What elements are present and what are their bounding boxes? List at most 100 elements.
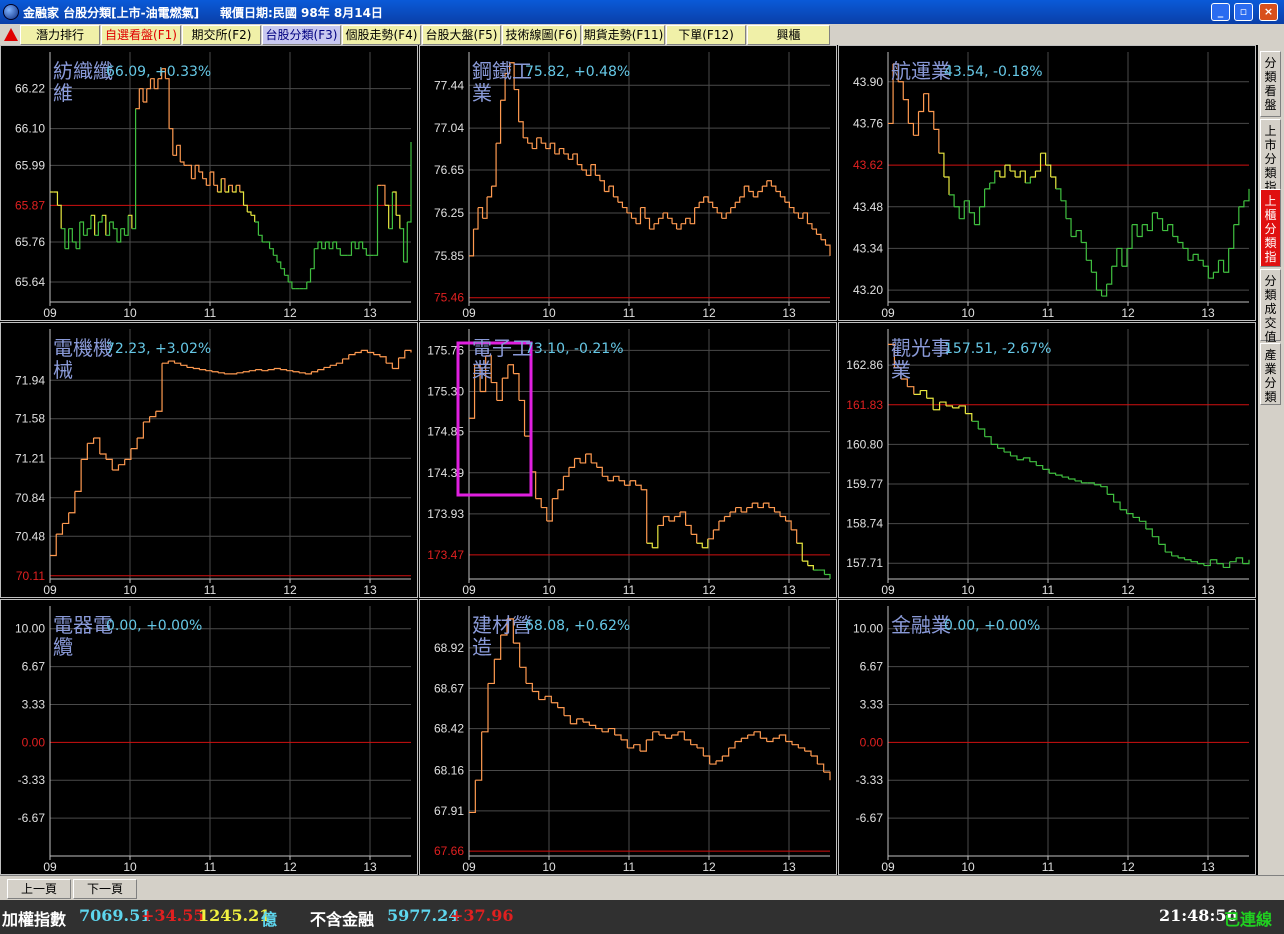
price-line-segment: [570, 718, 578, 725]
y-tick-label: 43.90: [853, 75, 883, 89]
y-tick-label: 173.47: [427, 548, 464, 562]
side-tab-otc-index[interactable]: 上櫃分類指: [1260, 189, 1281, 267]
side-tab-industry[interactable]: 產業分類: [1260, 343, 1281, 405]
tab-potential-rank[interactable]: 潛力排行: [20, 25, 100, 45]
price-line-segment: [552, 489, 559, 500]
price-line-segment: [1238, 200, 1245, 208]
price-line-segment: [1030, 171, 1037, 178]
price-line-segment: [249, 369, 256, 372]
price-line-segment: [728, 741, 736, 749]
connection-status: 已連線: [1224, 910, 1273, 929]
price-line-segment: [143, 416, 151, 423]
price-line-segment: [1177, 241, 1184, 249]
y-tick-label: 76.65: [434, 163, 464, 177]
chart-panel[interactable]: 09 10 11 12 13 66.22 66.10 65.99 65.87 65.76 65.64…: [0, 45, 418, 321]
price-line-segment: [198, 171, 204, 179]
chart-panel[interactable]: 09 10 11 12 13 175.76 175.30 174.85 174.39 173.93…: [419, 322, 837, 598]
price-line-segment: [580, 454, 587, 464]
side-tab-listed-index[interactable]: 上市分類指: [1260, 119, 1281, 197]
tab-market-index[interactable]: 台股大盤(F5): [422, 25, 501, 45]
minimize-button[interactable]: _: [1211, 3, 1230, 21]
ex-fin-label: 不含金融: [310, 910, 375, 929]
x-tick-label: 10: [123, 583, 137, 597]
price-line-segment: [796, 542, 803, 562]
price-line-segment: [672, 223, 678, 230]
pagination-bar: 上一頁 下一頁: [0, 875, 1284, 900]
chart-panel[interactable]: 09 10 11 12 13 77.44 77.04 76.65 76.25 75.85 75.46…: [419, 45, 837, 321]
price-line-segment: [392, 357, 400, 370]
x-tick-label: 11: [623, 583, 636, 597]
price-line-segment: [676, 223, 682, 230]
y-tick-label: 66.10: [15, 122, 45, 136]
maximize-button[interactable]: ▫: [1234, 3, 1253, 21]
price-line-segment: [1025, 177, 1031, 184]
category-chart-grid: 09 10 11 12 13 66.22 66.10 65.99 65.87 65.76 65.64…: [0, 45, 1258, 875]
chart-panel[interactable]: 09 10 11 12 13 162.86 161.83 160.80 159.77 158.74…: [838, 322, 1256, 598]
price-line-segment: [652, 525, 659, 549]
side-tab-category-turnover[interactable]: 分類成交值: [1260, 269, 1281, 344]
next-page-button[interactable]: 下一頁: [73, 879, 137, 899]
price-line-segment: [939, 401, 947, 406]
x-tick-label: 12: [283, 306, 297, 320]
price-line-segment: [785, 520, 792, 530]
alert-triangle-icon[interactable]: [4, 28, 18, 41]
price-line-segment: [323, 365, 331, 369]
y-tick-label: 66.22: [15, 82, 45, 96]
y-tick-label: 43.62: [853, 158, 883, 172]
price-line-segment: [1145, 528, 1153, 537]
chart-panel[interactable]: 09 10 11 12 13 43.90 43.76 43.62 43.48 43.34 43.20…: [838, 45, 1256, 321]
price-line-segment: [685, 524, 692, 535]
category-name: 金融業: [891, 613, 951, 637]
chart-panel[interactable]: 09 10 11 12 13 71.94 71.58 71.21 70.84 70.48 70.11…: [0, 322, 418, 598]
chart-panel[interactable]: 09 10 11 12 13 68.92 68.67 68.42 68.16 67.91 67.66…: [419, 599, 837, 875]
price-line-segment: [959, 200, 965, 220]
price-line-segment: [523, 137, 529, 144]
y-tick-label: 173.93: [427, 507, 464, 521]
price-line-segment: [946, 405, 954, 408]
price-line-segment: [536, 137, 542, 144]
tab-watchlist[interactable]: 自選看盤(F1): [101, 25, 181, 45]
price-line-segment: [608, 727, 616, 736]
x-tick-label: 09: [462, 583, 476, 597]
tab-order[interactable]: 下單(F12): [666, 25, 746, 45]
price-line-segment: [741, 735, 749, 739]
x-tick-label: 10: [961, 306, 975, 320]
side-tab-category-view[interactable]: 分類看盤: [1260, 51, 1281, 117]
price-line-segment: [802, 212, 809, 224]
price-line-segment: [1010, 455, 1018, 460]
x-tick-label: 09: [881, 306, 895, 320]
price-line-segment: [524, 435, 531, 472]
price-line-segment: [596, 466, 603, 477]
price-line-segment: [576, 718, 584, 723]
price-line-segment: [362, 248, 367, 256]
tab-stock-category[interactable]: 台股分類(F3): [262, 25, 341, 45]
prev-page-button[interactable]: 上一頁: [7, 879, 71, 899]
tab-futures-exchange[interactable]: 期交所(F2): [182, 25, 261, 45]
tab-stock-trend[interactable]: 個股走勢(F4): [342, 25, 421, 45]
price-line-segment: [469, 780, 476, 814]
price-line-segment: [118, 459, 126, 466]
price-line-segment: [205, 370, 213, 372]
y-tick-label: 43.76: [853, 116, 883, 130]
price-line-segment: [538, 696, 546, 701]
tab-futures-trend[interactable]: 期貨走勢(F11): [582, 25, 665, 45]
price-line-segment: [348, 352, 356, 356]
price-line-segment: [696, 542, 703, 548]
close-button[interactable]: ×: [1259, 3, 1278, 21]
price-line-segment: [802, 560, 809, 566]
tab-technical-chart[interactable]: 技術線圖(F6): [502, 25, 581, 45]
chart-panel[interactable]: 09 10 11 12 13 10.00 6.67 3.33 0.00 -3.33 -6.67 電器…: [0, 599, 418, 875]
price-line-segment: [61, 228, 66, 249]
price-line-segment: [1036, 464, 1044, 470]
price-line-segment: [551, 702, 559, 708]
price-line-segment: [1016, 457, 1024, 461]
price-line-segment: [213, 184, 219, 192]
price-line-segment: [581, 169, 587, 176]
price-line-segment: [1157, 218, 1164, 231]
price-line-segment: [146, 78, 152, 90]
tab-emerging[interactable]: 興櫃: [747, 25, 830, 45]
price-line-segment: [1132, 516, 1141, 522]
chart-panel[interactable]: 09 10 11 12 13 10.00 6.67 3.33 0.00 -3.33 -6.67 金融…: [838, 599, 1256, 875]
price-line-segment: [614, 734, 622, 740]
y-tick-label: 70.11: [16, 569, 45, 583]
